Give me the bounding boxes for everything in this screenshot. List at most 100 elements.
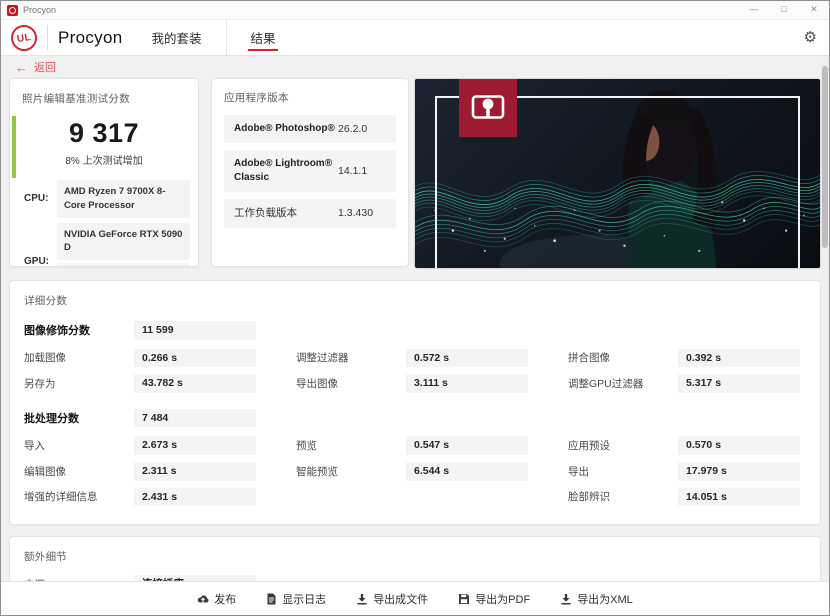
metric-label: 调整GPU过滤器	[568, 377, 644, 390]
app-version: 26.2.0	[338, 123, 368, 135]
metric-label: 智能预览	[296, 465, 338, 478]
metric-value: 5.317 s	[678, 374, 800, 393]
export-file-button[interactable]: 导出成文件	[356, 591, 428, 607]
metric-cell: 导出图像 3.111 s	[296, 374, 528, 393]
app-version: 14.1.1	[338, 165, 368, 177]
metric-label: 导入	[24, 440, 45, 453]
metric-value: 17.979 s	[678, 461, 800, 481]
metric-label: 批处理分数	[24, 413, 79, 426]
os-titlebar: Procyon — □ ✕	[1, 1, 829, 20]
metric-cell: 导入 2.673 s	[24, 436, 256, 455]
footer-action-bar: 发布 显示日志 导出成文件 导出为PDF 导出为XML	[1, 581, 829, 615]
back-arrow-icon: ←	[15, 59, 28, 75]
score-delta-bar	[12, 116, 16, 178]
metric-value: 6.544 s	[406, 461, 528, 481]
version-row-lightroom: Adobe® Lightroom® Classic 14.1.1	[224, 150, 396, 192]
metric-cell: 导出 17.979 s	[568, 461, 800, 481]
tab-my-suites[interactable]: 我的套装	[148, 20, 204, 55]
version-row-workload: 工作负载版本 1.3.430	[224, 199, 396, 228]
metric-label: 应用预设	[568, 440, 610, 453]
cpu-value: AMD Ryzen 7 9700X 8-Core Processor	[57, 180, 190, 218]
benchmark-score-panel: 照片编辑基准测试分数 9 317 8% 上次测试增加 CPU: AMD Ryze…	[9, 78, 199, 267]
benchmark-hero-image	[414, 78, 821, 269]
person-silhouette	[499, 90, 717, 268]
export-xml-button[interactable]: 导出为XML	[560, 591, 633, 607]
publish-label: 发布	[214, 593, 237, 606]
app-name: Adobe® Photoshop®	[234, 123, 335, 134]
metric-value: 7 484	[134, 408, 256, 428]
brand-title: Procyon	[58, 27, 123, 47]
metric-value: 2.673 s	[134, 436, 256, 455]
metric-value: 11 599	[134, 321, 256, 340]
metric-cell: 另存为 43.782 s	[24, 374, 256, 393]
maximize-button[interactable]: □	[769, 1, 799, 19]
app-versions-panel: 应用程序版本 Adobe® Photoshop® 26.2.0 Adobe® L…	[211, 78, 409, 267]
publish-button[interactable]: 发布	[197, 591, 236, 607]
results-content: ← 返回 照片编辑基准测试分数 9 317 8% 上次测试增加 CPU: AMD…	[1, 56, 829, 581]
tab-results[interactable]: 结果	[247, 20, 278, 55]
export-xml-label: 导出为XML	[577, 593, 633, 606]
export-pdf-button[interactable]: 导出为PDF	[458, 591, 530, 607]
minimize-button[interactable]: —	[739, 1, 769, 19]
vertical-scrollbar[interactable]	[821, 58, 829, 574]
metric-value: 2.431 s	[134, 487, 256, 507]
batch-score-cell: 批处理分数 7 484	[24, 408, 256, 428]
show-log-label: 显示日志	[282, 593, 327, 606]
cpu-row: CPU: AMD Ryzen 7 9700X 8-Core Processor	[10, 180, 198, 218]
extra-details-title: 额外细节	[24, 551, 68, 564]
download-icon	[561, 593, 571, 604]
metric-cell: 调整GPU过滤器 5.317 s	[568, 374, 800, 393]
back-link[interactable]: ← 返回	[9, 56, 821, 78]
metric-value: 0.570 s	[678, 436, 800, 455]
metric-label: 预览	[296, 440, 317, 453]
metric-cell: 脸部辨识 14.051 s	[568, 487, 800, 507]
metric-label: 导出	[568, 465, 589, 478]
header-divider	[47, 25, 48, 50]
metric-label: 调整过滤器	[296, 352, 349, 365]
tab-divider	[226, 20, 228, 55]
app-version: 1.3.430	[338, 207, 374, 220]
metric-label: 图像修饰分数	[24, 325, 90, 338]
metric-value: 0.572 s	[406, 348, 528, 368]
metric-label: 导出图像	[296, 377, 338, 390]
scrollbar-thumb[interactable]	[822, 66, 828, 248]
metric-label: 拼合图像	[568, 352, 610, 365]
settings-gear-icon[interactable]: ⚙	[804, 30, 817, 45]
app-icon	[7, 4, 18, 16]
metric-cell: 预览 0.547 s	[296, 436, 528, 455]
app-versions-title: 应用程序版本	[224, 92, 289, 104]
gpu-label: GPU:	[24, 256, 49, 267]
metric-cell: 智能预览 6.544 s	[296, 461, 528, 481]
metric-cell: 应用预设 0.570 s	[568, 436, 800, 455]
app-name: Adobe® Lightroom® Classic	[234, 158, 333, 183]
app-header: UL Procyon 我的套装 结果 ⚙	[1, 20, 829, 56]
procyon-window: Procyon — □ ✕ UL Procyon 我的套装 结果 ⚙ ← 返回 …	[0, 0, 830, 616]
metric-cell: 编辑图像 2.311 s	[24, 461, 256, 481]
export-file-label: 导出成文件	[373, 593, 429, 606]
ul-logo-icon: UL	[9, 22, 39, 53]
metric-value: 0.266 s	[134, 348, 256, 368]
metric-value: 0.547 s	[406, 436, 528, 455]
benchmark-score-title: 照片编辑基准测试分数	[22, 93, 130, 105]
score-delta-text: 8% 上次测试增加	[65, 156, 143, 167]
save-disk-icon	[459, 593, 470, 604]
metric-label: 脸部辨识	[568, 491, 610, 504]
metric-value: 3.111 s	[406, 374, 528, 393]
cloud-upload-icon	[197, 595, 209, 603]
show-log-button[interactable]: 显示日志	[266, 591, 326, 607]
export-pdf-label: 导出为PDF	[475, 593, 531, 606]
metric-value: 14.051 s	[678, 487, 800, 507]
log-document-icon	[267, 593, 276, 604]
photo-benchmark-badge	[459, 79, 517, 137]
photo-benchmark-badge-icon	[471, 95, 505, 119]
metric-cell: 调整过滤器 0.572 s	[296, 348, 528, 368]
window-title: Procyon	[23, 5, 57, 15]
version-row-photoshop: Adobe® Photoshop® 26.2.0	[224, 115, 396, 143]
metric-label: 另存为	[24, 377, 56, 390]
gpu-row: GPU: NVIDIA GeForce RTX 5090 D AMD Radeo…	[10, 222, 198, 267]
gpu-value-2: AMD Radeon(TM) Graphics	[57, 263, 190, 266]
back-label: 返回	[34, 62, 56, 74]
metric-cell: 增强的详细信息 2.431 s	[24, 487, 256, 507]
retouch-score-cell: 图像修饰分数 11 599	[24, 321, 256, 340]
close-button[interactable]: ✕	[799, 1, 829, 19]
